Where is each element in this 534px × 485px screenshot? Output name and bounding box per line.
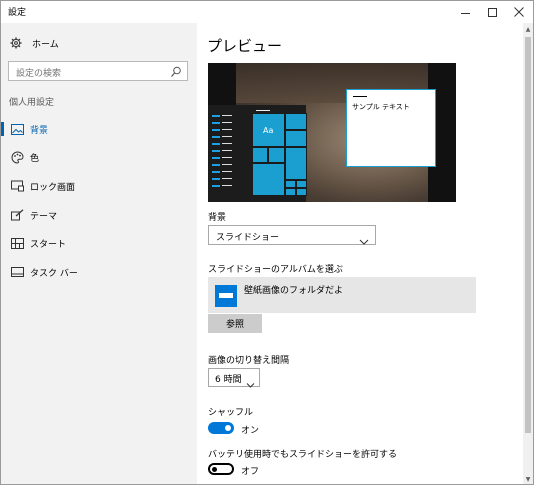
settings-window: 設定 ホーム 設定の検索 個人用設定 背景 色 ロック画面 テーマ スタート タ… — [0, 0, 534, 485]
lock-screen-icon — [10, 179, 24, 193]
shuffle-label: シャッフル — [208, 408, 254, 418]
tiles-preview: Aa — [252, 113, 307, 196]
sidebar-item-themes[interactable]: テーマ — [1, 203, 197, 227]
background-dropdown[interactable]: スライドショー — [208, 225, 376, 245]
minimize-icon — [460, 12, 470, 14]
sidebar-item-label: テーマ — [30, 211, 58, 222]
battery-toggle[interactable] — [208, 463, 234, 475]
sample-window: サンプル テキスト — [346, 89, 436, 167]
start-list-text — [222, 115, 232, 197]
sidebar-item-taskbar[interactable]: タスク バー — [1, 260, 197, 284]
tile — [268, 147, 285, 163]
search-placeholder: 設定の検索 — [16, 69, 62, 79]
tile — [296, 188, 307, 196]
tile — [285, 180, 296, 188]
maximize-button[interactable] — [477, 1, 507, 23]
album-label: スライドショーのアルバムを選ぶ — [208, 265, 343, 275]
shuffle-toggle[interactable] — [208, 422, 234, 434]
search-input[interactable]: 設定の検索 — [8, 61, 188, 81]
title-bar: 設定 — [1, 1, 533, 23]
toggle-knob — [225, 425, 231, 431]
shuffle-state: オン — [241, 426, 260, 436]
interval-dropdown[interactable]: 6 時間 — [208, 368, 260, 388]
window-title: 設定 — [8, 8, 27, 18]
palette-icon — [10, 150, 24, 164]
sidebar-item-label: 背景 — [30, 125, 49, 136]
taskbar-icon — [10, 265, 24, 279]
tile — [285, 130, 307, 147]
background-value: スライドショー — [216, 233, 280, 243]
sidebar: ホーム 設定の検索 個人用設定 背景 色 ロック画面 テーマ スタート タスク … — [1, 23, 197, 484]
tile — [296, 180, 307, 188]
tile — [252, 163, 285, 196]
start-icon — [10, 236, 24, 250]
maximize-icon — [487, 7, 497, 17]
scrollbar-thumb[interactable] — [525, 37, 531, 433]
folder-icon — [215, 285, 237, 307]
tile-large: Aa — [252, 113, 285, 147]
sidebar-item-lock-screen[interactable]: ロック画面 — [1, 174, 197, 198]
sidebar-item-label: タスク バー — [30, 268, 78, 279]
start-list-accent — [212, 115, 220, 197]
section-heading: 個人用設定 — [9, 98, 55, 108]
sidebar-item-label: スタート — [30, 239, 67, 250]
picture-icon — [10, 122, 24, 136]
tile-header-line — [256, 110, 270, 111]
tile — [285, 113, 307, 130]
chevron-down-icon — [359, 231, 369, 245]
tile — [252, 147, 268, 163]
sample-text: サンプル テキスト — [352, 103, 410, 111]
interval-label: 画像の切り替え間隔 — [208, 356, 290, 366]
album-folder-name: 壁紙画像のフォルダだよ — [244, 286, 344, 296]
chevron-down-icon — [246, 374, 255, 388]
sample-window-bar — [353, 96, 367, 97]
close-icon — [514, 7, 524, 17]
home-label: ホーム — [32, 39, 59, 50]
scroll-down-icon[interactable]: ▼ — [523, 473, 533, 484]
vertical-scrollbar[interactable]: ▲ ▼ — [523, 23, 533, 484]
sidebar-item-background[interactable]: 背景 — [1, 117, 197, 141]
sidebar-item-color[interactable]: 色 — [1, 145, 197, 169]
sidebar-item-start[interactable]: スタート — [1, 231, 197, 255]
main-content: プレビュー Aa サンプル テキスト 背景 スライドショー スライドショーのアル… — [197, 23, 523, 484]
browse-button[interactable]: 参照 — [208, 314, 262, 333]
interval-value: 6 時間 — [215, 375, 242, 385]
page-title: プレビュー — [207, 37, 283, 55]
battery-label: バッテリ使用時でもスライドショーを許可する — [208, 450, 398, 460]
toggle-knob — [212, 467, 217, 472]
gear-icon — [9, 36, 23, 50]
album-folder-button[interactable]: 壁紙画像のフォルダだよ — [208, 277, 476, 313]
tile — [285, 147, 307, 180]
tile-label: Aa — [263, 126, 274, 135]
minimize-button[interactable] — [450, 1, 480, 23]
brush-icon — [10, 208, 24, 222]
search-icon — [170, 64, 182, 78]
sidebar-item-home[interactable]: ホーム — [9, 35, 59, 51]
sidebar-item-label: 色 — [30, 153, 40, 164]
sidebar-item-label: ロック画面 — [30, 182, 76, 193]
background-label: 背景 — [208, 213, 227, 223]
desktop-preview: Aa サンプル テキスト — [208, 63, 456, 202]
close-button[interactable] — [504, 1, 533, 23]
scroll-up-icon[interactable]: ▲ — [523, 23, 533, 35]
tile — [285, 188, 296, 196]
battery-state: オフ — [241, 467, 260, 477]
active-indicator — [1, 122, 4, 136]
